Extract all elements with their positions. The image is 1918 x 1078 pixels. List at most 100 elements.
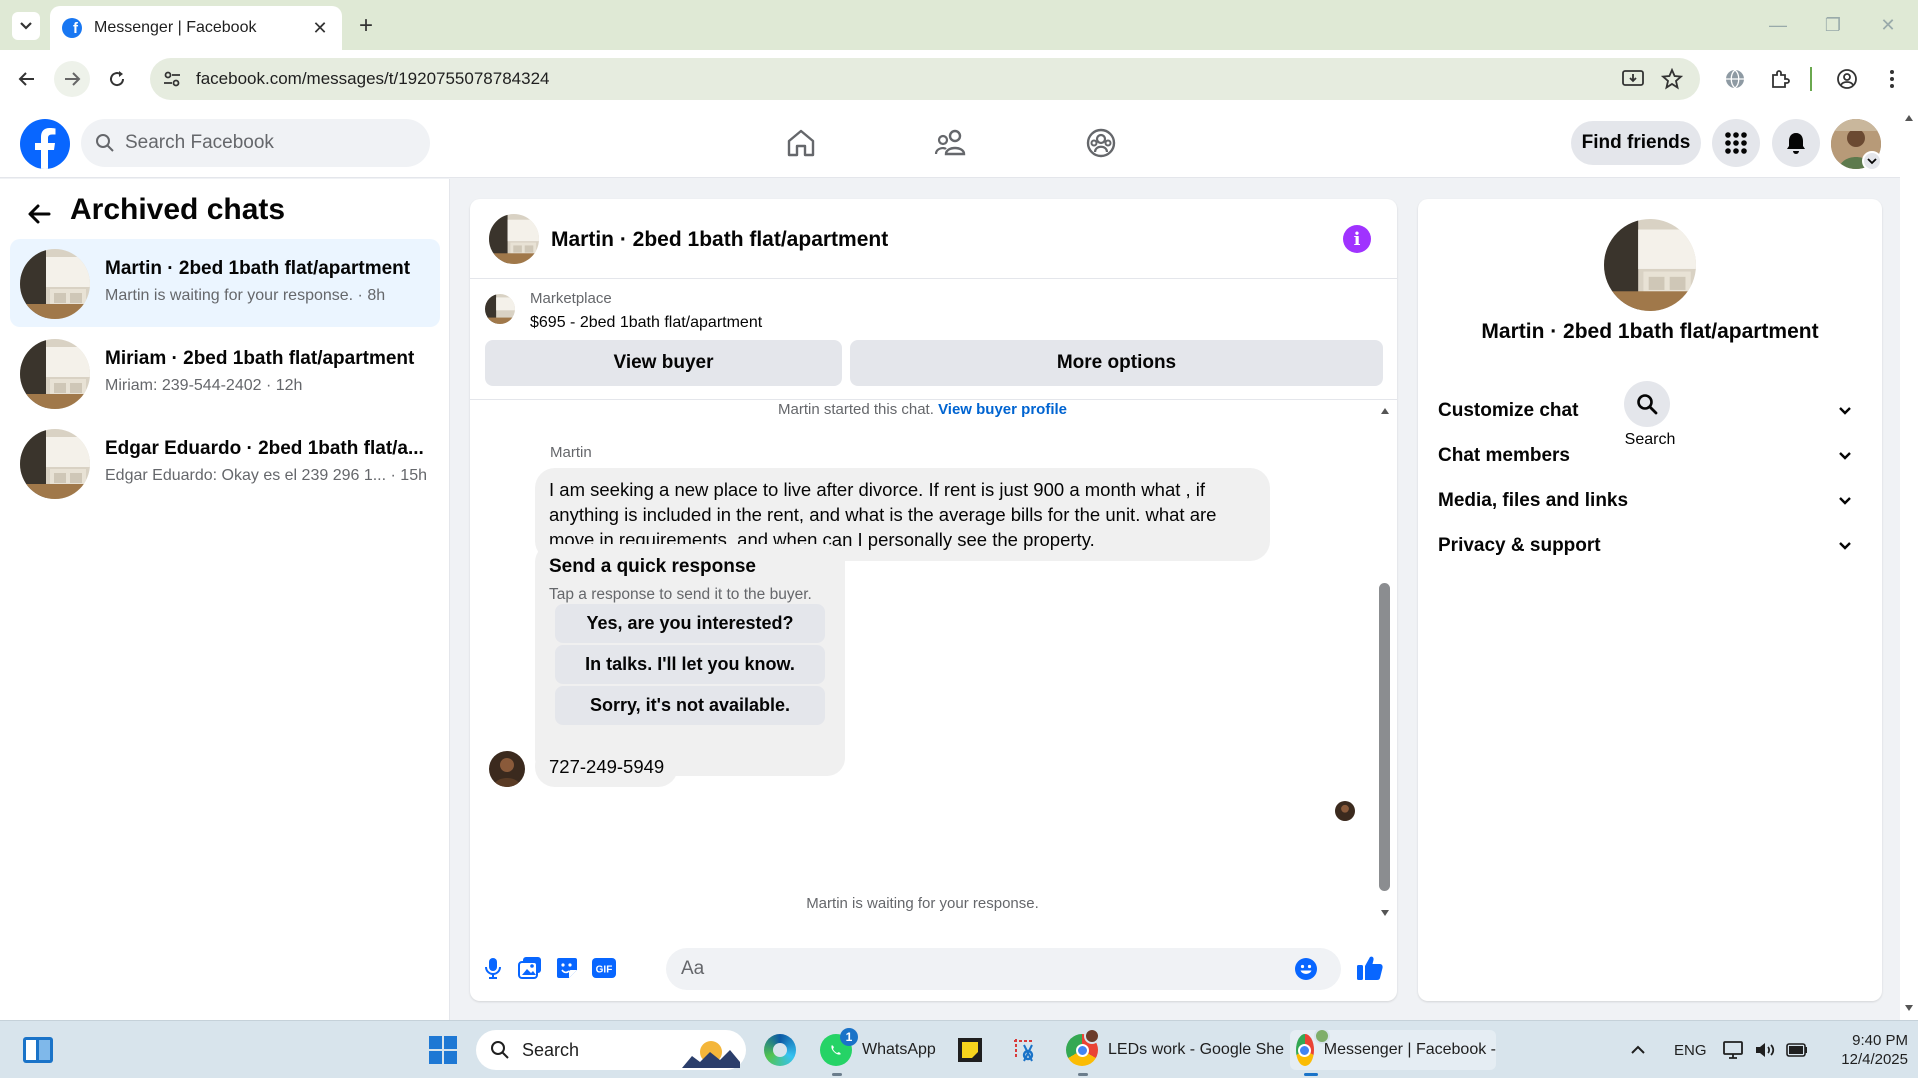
home-icon bbox=[787, 129, 815, 157]
message-bubble[interactable]: 727-249-5949 bbox=[535, 746, 679, 787]
gif-button[interactable]: GIF bbox=[586, 950, 622, 986]
forward-button[interactable] bbox=[54, 61, 90, 97]
bookmark-star-icon[interactable] bbox=[1656, 63, 1688, 95]
emoji-icon[interactable] bbox=[1294, 957, 1318, 981]
friends-nav-button[interactable] bbox=[926, 118, 976, 168]
scroll-down-icon bbox=[1381, 910, 1389, 916]
back-arrow-button[interactable] bbox=[24, 199, 54, 229]
site-info-icon[interactable] bbox=[162, 69, 182, 89]
chat-members-row[interactable]: Chat members bbox=[1438, 436, 1868, 476]
account-chevron-icon[interactable] bbox=[1862, 151, 1882, 171]
apartment-photo-icon bbox=[20, 339, 90, 409]
conversation-title[interactable]: Martin · 2bed 1bath flat/apartment bbox=[551, 228, 888, 252]
chat-item-edgar[interactable]: Edgar Eduardo · 2bed 1bath flat/a... Edg… bbox=[10, 419, 440, 507]
photo-icon bbox=[518, 957, 541, 979]
tab-search-button[interactable] bbox=[12, 12, 40, 40]
facebook-search-box[interactable] bbox=[81, 119, 430, 167]
chrome-leds-window[interactable]: LEDs work - Google She bbox=[1066, 1028, 1284, 1076]
more-options-button[interactable]: More options bbox=[850, 340, 1383, 386]
apartment-photo-icon bbox=[20, 249, 90, 319]
customize-chat-row[interactable]: Customize chat bbox=[1438, 391, 1868, 431]
minimize-icon[interactable]: — bbox=[1763, 10, 1793, 40]
marketplace-banner: Marketplace $695 - 2bed 1bath flat/apart… bbox=[470, 280, 1397, 400]
extensions-icon[interactable] bbox=[1764, 63, 1796, 95]
snipping-tool-app[interactable] bbox=[1010, 1030, 1040, 1070]
whatsapp-app[interactable]: 1 WhatsApp bbox=[820, 1028, 936, 1076]
search-highlight-icon bbox=[682, 1041, 740, 1068]
widgets-button[interactable] bbox=[22, 1030, 54, 1070]
info-icon[interactable]: i bbox=[1343, 225, 1371, 253]
system-clock[interactable]: 9:40 PM 12/4/2025 bbox=[1822, 1031, 1908, 1069]
listing-thumbnail bbox=[20, 339, 90, 409]
attach-media-button[interactable] bbox=[512, 950, 548, 986]
sticky-notes-app[interactable] bbox=[956, 1030, 984, 1070]
scroll-up-icon bbox=[1381, 408, 1389, 414]
home-nav-button[interactable] bbox=[776, 118, 826, 168]
toolbar-divider bbox=[1810, 67, 1812, 91]
windows-taskbar: Search 1 WhatsApp LEDs work - Google She… bbox=[0, 1020, 1918, 1078]
conversation-avatar[interactable] bbox=[489, 214, 539, 264]
arrow-left-icon bbox=[18, 72, 34, 86]
view-buyer-profile-link[interactable]: View buyer profile bbox=[938, 401, 1067, 418]
close-tab-icon[interactable]: ✕ bbox=[310, 18, 330, 38]
taskbar-search[interactable]: Search bbox=[476, 1030, 746, 1070]
sender-avatar[interactable] bbox=[489, 751, 525, 787]
volume-icon[interactable] bbox=[1754, 1030, 1778, 1070]
voice-clip-button[interactable] bbox=[475, 950, 511, 986]
battery-icon[interactable] bbox=[1786, 1030, 1808, 1070]
groups-icon bbox=[1086, 128, 1116, 158]
translate-icon[interactable] bbox=[1719, 63, 1751, 95]
new-tab-button[interactable]: + bbox=[352, 12, 380, 40]
quick-response-card: Send a quick response Tap a response to … bbox=[535, 544, 845, 776]
install-app-icon[interactable] bbox=[1617, 63, 1649, 95]
chevron-down-icon bbox=[1839, 407, 1851, 415]
network-icon[interactable] bbox=[1722, 1030, 1744, 1070]
media-files-links-row[interactable]: Media, files and links bbox=[1438, 481, 1868, 521]
window-close-icon[interactable]: ✕ bbox=[1873, 10, 1903, 40]
chat-item-miriam[interactable]: Miriam · 2bed 1bath flat/apartment Miria… bbox=[10, 329, 440, 417]
facebook-search-input[interactable] bbox=[125, 132, 415, 154]
archived-chats-sidebar: Archived chats Martin · 2bed 1bath flat/… bbox=[0, 179, 450, 1020]
section-label: Privacy & support bbox=[1438, 535, 1601, 556]
show-hidden-icons-button[interactable] bbox=[1630, 1030, 1646, 1070]
view-buyer-button[interactable]: View buyer bbox=[485, 340, 842, 386]
browser-tab[interactable]: f Messenger | Facebook ✕ bbox=[50, 6, 342, 50]
message-input[interactable] bbox=[681, 958, 1281, 980]
browser-tab-bar: f Messenger | Facebook ✕ + — ❐ ✕ bbox=[0, 0, 1918, 50]
scrollbar-thumb[interactable] bbox=[1379, 583, 1390, 891]
restore-icon[interactable]: ❐ bbox=[1818, 10, 1848, 40]
start-button[interactable] bbox=[428, 1030, 458, 1070]
message-input-box[interactable] bbox=[666, 948, 1341, 990]
privacy-support-row[interactable]: Privacy & support bbox=[1438, 526, 1868, 566]
taskbar-search-label: Search bbox=[522, 1039, 580, 1060]
svg-text:GIF: GIF bbox=[596, 965, 613, 976]
groups-nav-button[interactable] bbox=[1076, 118, 1126, 168]
like-button[interactable] bbox=[1352, 950, 1388, 986]
input-language[interactable]: ENG bbox=[1674, 1030, 1707, 1070]
notifications-button[interactable] bbox=[1772, 119, 1820, 167]
gif-icon: GIF bbox=[592, 958, 616, 978]
sender-name: Martin bbox=[550, 444, 592, 461]
quick-response-unavailable-button[interactable]: Sorry, it's not available. bbox=[555, 686, 825, 725]
address-bar[interactable]: facebook.com/messages/t/1920755078784324 bbox=[150, 58, 1700, 100]
sidebar-title: Archived chats bbox=[70, 193, 286, 226]
find-friends-button[interactable]: Find friends bbox=[1571, 121, 1701, 165]
profile-icon[interactable] bbox=[1831, 63, 1863, 95]
browser-menu-icon[interactable] bbox=[1876, 63, 1908, 95]
back-button[interactable] bbox=[9, 61, 45, 97]
apartment-photo-icon bbox=[485, 294, 515, 324]
page-scrollbar[interactable] bbox=[1900, 108, 1918, 1020]
sticker-button[interactable] bbox=[549, 950, 585, 986]
quick-response-yes-button[interactable]: Yes, are you interested? bbox=[555, 604, 825, 643]
chat-item-martin[interactable]: Martin · 2bed 1bath flat/apartment Marti… bbox=[10, 239, 440, 327]
reload-button[interactable] bbox=[99, 61, 135, 97]
chrome-messenger-window[interactable]: Messenger | Facebook - bbox=[1290, 1028, 1496, 1076]
search-icon bbox=[96, 134, 114, 152]
waiting-notice: Martin is waiting for your response. bbox=[806, 895, 1039, 912]
facebook-logo[interactable] bbox=[20, 119, 70, 169]
widgets-icon bbox=[23, 1037, 53, 1063]
menu-grid-button[interactable] bbox=[1712, 119, 1760, 167]
edge-app[interactable] bbox=[764, 1030, 796, 1070]
quick-response-talks-button[interactable]: In talks. I'll let you know. bbox=[555, 645, 825, 684]
listing-title[interactable]: $695 - 2bed 1bath flat/apartment bbox=[530, 314, 762, 332]
